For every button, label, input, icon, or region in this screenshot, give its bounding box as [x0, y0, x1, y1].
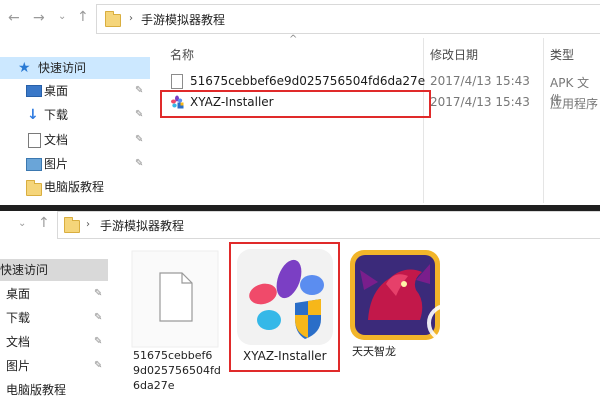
forward-arrow-icon[interactable]: → [33, 11, 45, 25]
nav-item-documents[interactable]: 文档 ✎ [0, 129, 150, 151]
pin-icon[interactable]: ✎ [135, 129, 143, 151]
file-row[interactable]: 51675cebbef6e9d025756504fd6da27e 2017/4/… [165, 72, 600, 107]
nav-item-pc-tutorial[interactable]: 电脑版教程 [0, 379, 108, 400]
pin-icon[interactable]: ✎ [135, 104, 143, 126]
document-icon [28, 133, 41, 148]
breadcrumb-current[interactable]: 手游模拟器教程 [100, 217, 184, 234]
file-label-line: 51675cebbef6 [133, 349, 213, 362]
top-explorer-window: ← → ⌄ ↑ › 手游模拟器教程 ^ ★ 快速访问 桌面 ✎ ↓ 下载 ✎ 文… [0, 0, 600, 205]
highlight-box [229, 242, 340, 372]
up-arrow-icon[interactable]: ↑ [77, 10, 89, 24]
nav-item-documents[interactable]: 文档 ✎ [0, 331, 108, 353]
pin-icon[interactable]: ✎ [94, 307, 102, 329]
column-header-modified[interactable]: 修改日期 [430, 46, 478, 63]
column-divider[interactable] [423, 38, 424, 203]
nav-item-quick-access[interactable]: 快速访问 [0, 259, 108, 281]
star-icon: ★ [18, 60, 31, 76]
column-divider[interactable] [543, 38, 544, 203]
file-tile[interactable]: 51675cebbef6 9d025756504fd 6da27e [130, 249, 225, 399]
recent-dropdown-icon[interactable]: ⌄ [58, 10, 66, 24]
back-arrow-icon[interactable]: ← [8, 11, 20, 25]
nav-label: 桌面 [44, 84, 69, 98]
file-icon [171, 74, 183, 89]
nav-item-downloads[interactable]: 下载 ✎ [0, 307, 108, 329]
nav-label: 电脑版教程 [6, 383, 67, 397]
nav-item-desktop[interactable]: 桌面 ✎ [0, 283, 108, 305]
pin-icon[interactable]: ✎ [94, 355, 102, 377]
folder-icon [105, 11, 121, 27]
nav-item-pictures[interactable]: 图片 ✎ [0, 355, 108, 377]
file-name: 51675cebbef6e9d025756504fd6da27e [190, 74, 426, 88]
chevron-right-icon: › [129, 13, 133, 24]
blank-file-icon [131, 250, 219, 348]
watermark-logo-icon [427, 304, 465, 342]
watermark-url: GAOSHOUYOU.COM [472, 339, 566, 348]
nav-label: 图片 [44, 157, 69, 171]
file-label: 51675cebbef6 9d025756504fd 6da27e [133, 348, 223, 393]
nav-label: 快速访问 [0, 263, 49, 277]
address-bar[interactable]: › 手游模拟器教程 [57, 211, 600, 239]
nav-label: 下载 [44, 108, 69, 122]
file-label-line: 9d025756504fd [133, 364, 221, 377]
breadcrumb-current[interactable]: 手游模拟器教程 [141, 11, 225, 28]
file-label-line: 6da27e [133, 379, 175, 392]
column-header-name[interactable]: 名称 [170, 46, 194, 63]
folder-icon [64, 217, 80, 233]
nav-label: 快速访问 [38, 61, 87, 75]
chevron-right-icon: › [86, 219, 90, 230]
pin-icon[interactable]: ✎ [135, 153, 143, 175]
nav-label: 文档 [44, 133, 69, 147]
highlight-box [160, 90, 431, 118]
up-arrow-icon[interactable]: ↑ [38, 216, 50, 230]
nav-label: 下载 [6, 311, 31, 325]
pictures-icon [26, 158, 42, 171]
address-bar[interactable]: › 手游模拟器教程 [96, 4, 600, 34]
nav-label: 电脑版教程 [44, 180, 105, 194]
desktop-icon [26, 85, 42, 97]
nav-item-downloads[interactable]: ↓ 下载 ✎ [0, 104, 150, 126]
file-label: 天天智龙 [352, 345, 396, 358]
sort-ascending-icon: ^ [289, 34, 298, 45]
bottom-explorer-window: ⌄ ↑ › 手游模拟器教程 快速访问 桌面 ✎ 下载 ✎ 文档 ✎ 图片 ✎ 电… [0, 211, 600, 400]
folder-icon [26, 180, 42, 196]
watermark-brand: 高手游 [470, 306, 545, 334]
nav-item-pictures[interactable]: 图片 ✎ [0, 153, 150, 175]
pin-icon[interactable]: ✎ [135, 80, 143, 102]
nav-item-quick-access[interactable]: ★ 快速访问 [0, 57, 150, 79]
file-date: 2017/4/13 15:43 [430, 95, 530, 109]
watermark: 高手游 GAOSHOUYOU.COM [426, 293, 582, 357]
nav-item-desktop[interactable]: 桌面 ✎ [0, 80, 150, 102]
nav-label: 文档 [6, 335, 31, 349]
nav-label: 图片 [6, 359, 31, 373]
column-header-type[interactable]: 类型 [550, 46, 574, 63]
download-icon: ↓ [27, 107, 39, 123]
pin-icon[interactable]: ✎ [94, 283, 102, 305]
pin-icon[interactable]: ✎ [94, 331, 102, 353]
file-date: 2017/4/13 15:43 [430, 74, 530, 88]
file-type: 应用程序 [550, 97, 599, 111]
nav-item-pc-tutorial[interactable]: 电脑版教程 [0, 176, 150, 198]
recent-dropdown-icon[interactable]: ⌄ [18, 217, 26, 231]
nav-label: 桌面 [6, 287, 31, 301]
